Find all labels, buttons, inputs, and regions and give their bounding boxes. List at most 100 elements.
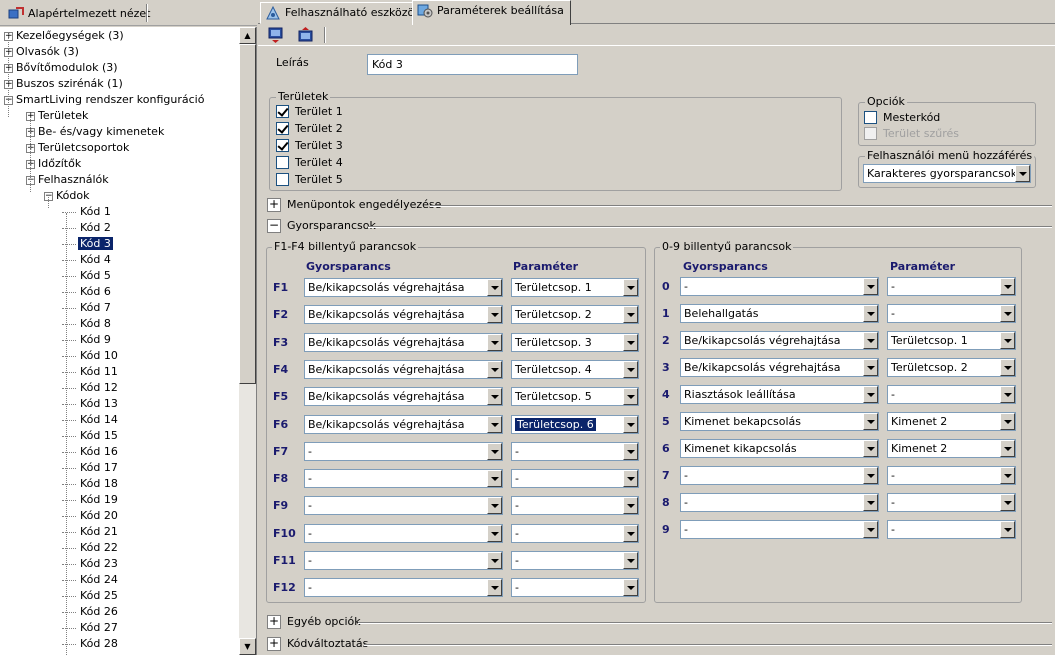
tree-item[interactable]: Kód 2	[78, 220, 113, 236]
area-checkbox-1[interactable]: Terület 1	[276, 103, 343, 119]
dropdown-arrow-icon[interactable]	[487, 442, 502, 460]
tree-item[interactable]: Buszos szirénák (1)	[14, 76, 125, 92]
tree-item[interactable]: Kód 13	[78, 396, 120, 412]
dropdown-arrow-icon[interactable]	[1000, 305, 1015, 322]
area-checkbox-4[interactable]: Terület 4	[276, 154, 343, 170]
f-param-select[interactable]: Területcsop. 5	[511, 387, 639, 407]
f-param-select[interactable]: -	[511, 441, 639, 461]
expand-icon[interactable]: +	[267, 198, 281, 212]
tree-item[interactable]: Kód 15	[78, 428, 120, 444]
dropdown-arrow-icon[interactable]	[863, 494, 878, 511]
default-view-button[interactable]: Alapértelmezett nézet	[4, 3, 156, 23]
numeric-shortcut-select[interactable]: -	[680, 277, 879, 296]
numeric-param-select[interactable]: -	[887, 520, 1016, 539]
dropdown-arrow-icon[interactable]	[623, 415, 638, 433]
write-to-panel-icon[interactable]	[296, 26, 316, 44]
dropdown-arrow-icon[interactable]	[1000, 494, 1015, 511]
dropdown-arrow-icon[interactable]	[623, 388, 638, 406]
dropdown-arrow-icon[interactable]	[623, 552, 638, 569]
tab-parameter-settings[interactable]: Paraméterek beállítása	[412, 0, 571, 25]
numeric-param-select[interactable]: -	[887, 304, 1016, 323]
f-param-select[interactable]: -	[511, 469, 639, 489]
dropdown-arrow-icon[interactable]	[487, 415, 502, 433]
numeric-shortcut-select[interactable]: -	[680, 493, 879, 512]
tree-item[interactable]: Kód 27	[78, 620, 120, 636]
tree-item[interactable]: Kód 24	[78, 572, 120, 588]
dropdown-arrow-icon[interactable]	[487, 497, 502, 515]
dropdown-arrow-icon[interactable]	[623, 524, 638, 542]
scroll-thumb[interactable]	[239, 44, 256, 384]
tree-item[interactable]: SmartLiving rendszer konfiguráció	[14, 92, 206, 108]
scroll-up-button[interactable]: ▲	[239, 27, 256, 44]
tree-item[interactable]: Kód 10	[78, 348, 120, 364]
tree-scrollbar[interactable]: ▲ ▼	[239, 27, 256, 655]
tree-item[interactable]: Kód 20	[78, 508, 120, 524]
f-param-select[interactable]: Területcsop. 3	[511, 332, 639, 352]
dropdown-arrow-icon[interactable]	[623, 579, 638, 597]
numeric-shortcut-select[interactable]: Riasztások leállítása	[680, 385, 879, 404]
f-shortcut-select[interactable]: Be/kikapcsolás végrehajtása	[304, 305, 503, 325]
tree-item[interactable]: Kód 9	[78, 332, 113, 348]
tree-item[interactable]: Kód 17	[78, 460, 120, 476]
numeric-param-select[interactable]: -	[887, 493, 1016, 512]
dropdown-arrow-icon[interactable]	[487, 524, 502, 542]
tree-item[interactable]: Kód 1	[78, 204, 113, 220]
f-param-select[interactable]: -	[511, 523, 639, 543]
dropdown-arrow-icon[interactable]	[863, 467, 878, 484]
dropdown-arrow-icon[interactable]	[623, 470, 638, 488]
dropdown-arrow-icon[interactable]	[1000, 467, 1015, 484]
tree-item[interactable]: Kód 5	[78, 268, 113, 284]
section-other-options[interactable]: + Egyéb opciók	[262, 614, 1052, 630]
f-shortcut-select[interactable]: Be/kikapcsolás végrehajtása	[304, 359, 503, 379]
f-param-select[interactable]: -	[511, 551, 639, 570]
dropdown-arrow-icon[interactable]	[1000, 413, 1015, 430]
expand-icon[interactable]: +	[267, 637, 281, 651]
dropdown-arrow-icon[interactable]	[623, 497, 638, 515]
f-param-select[interactable]: Területcsop. 2	[511, 305, 639, 325]
dropdown-arrow-icon[interactable]	[487, 279, 502, 296]
dropdown-arrow-icon[interactable]	[863, 440, 878, 457]
f-shortcut-select[interactable]: -	[304, 441, 503, 461]
f-shortcut-select[interactable]: Be/kikapcsolás végrehajtása	[304, 278, 503, 297]
dropdown-arrow-icon[interactable]	[623, 279, 638, 296]
section-shortcuts[interactable]: − Gyorsparancsok	[262, 218, 1052, 234]
f-param-select[interactable]: Területcsop. 6	[511, 414, 639, 434]
expand-icon[interactable]: +	[267, 615, 281, 629]
section-code-change[interactable]: + Kódváltoztatás	[262, 636, 1052, 652]
tree-item[interactable]: Kezelőegységek (3)	[14, 28, 126, 44]
tree-item[interactable]: Kód 3	[78, 236, 113, 252]
dropdown-arrow-icon[interactable]	[863, 359, 878, 376]
dropdown-arrow-icon[interactable]	[487, 333, 502, 351]
tree-item[interactable]: Kód 8	[78, 316, 113, 332]
area-filter-checkbox[interactable]: Terület szűrés	[864, 125, 959, 141]
dropdown-arrow-icon[interactable]	[1000, 521, 1015, 538]
tree-item[interactable]: Kód 11	[78, 364, 120, 380]
numeric-shortcut-select[interactable]: -	[680, 520, 879, 539]
f-shortcut-select[interactable]: -	[304, 469, 503, 489]
numeric-shortcut-select[interactable]: -	[680, 466, 879, 485]
tree-item[interactable]: Kód 18	[78, 476, 120, 492]
dropdown-arrow-icon[interactable]	[487, 579, 502, 597]
dropdown-arrow-icon[interactable]	[487, 552, 502, 569]
dropdown-arrow-icon[interactable]	[623, 333, 638, 351]
numeric-param-select[interactable]: Területcsop. 2	[887, 358, 1016, 377]
f-shortcut-select[interactable]: Be/kikapcsolás végrehajtása	[304, 387, 503, 407]
f-shortcut-select[interactable]: -	[304, 551, 503, 570]
tree-item[interactable]: Bővítőmodulok (3)	[14, 60, 120, 76]
read-from-panel-icon[interactable]	[266, 26, 286, 44]
dropdown-arrow-icon[interactable]	[1000, 359, 1015, 376]
tree-item[interactable]: Kód 23	[78, 556, 120, 572]
f-shortcut-select[interactable]: -	[304, 523, 503, 543]
dropdown-arrow-icon[interactable]	[863, 521, 878, 538]
description-input[interactable]: Kód 3	[367, 54, 578, 75]
dropdown-arrow-icon[interactable]	[1000, 386, 1015, 403]
tree-item[interactable]: Kód 28	[78, 636, 120, 652]
tab-available-devices[interactable]: Felhasználható eszközök	[260, 2, 428, 24]
tree-item[interactable]: Kód 22	[78, 540, 120, 556]
dropdown-arrow-icon[interactable]	[623, 306, 638, 324]
tree-item[interactable]: Kód 21	[78, 524, 120, 540]
user-menu-select[interactable]: Karakteres gyorsparancsok	[863, 164, 1031, 183]
tree-item[interactable]: Kód 26	[78, 604, 120, 620]
dropdown-arrow-icon[interactable]	[1000, 332, 1015, 349]
f-param-select[interactable]: -	[511, 578, 639, 598]
